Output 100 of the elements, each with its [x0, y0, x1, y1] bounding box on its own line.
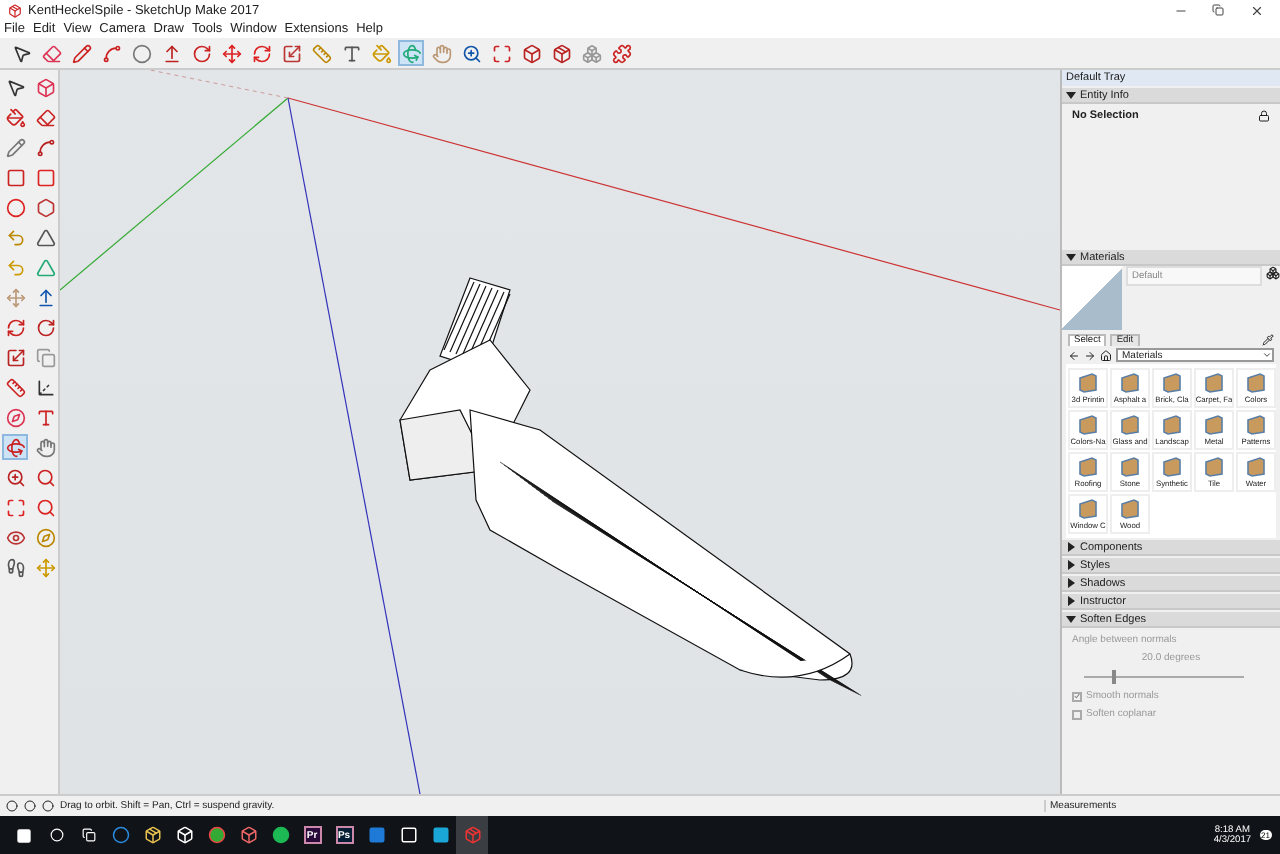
tool-button[interactable]	[608, 40, 634, 66]
zoom-extents-icon	[5, 497, 25, 517]
move-icon	[5, 287, 25, 307]
hand-icon	[35, 437, 55, 457]
material-thumbnail-icon	[1202, 412, 1226, 436]
material-thumbnail-icon	[1244, 370, 1268, 394]
eraser-icon	[35, 107, 55, 127]
footprints-icon	[5, 557, 25, 577]
task-view-icon[interactable]	[81, 828, 95, 842]
material-thumbnail-icon	[1076, 370, 1100, 394]
push-pull-icon	[161, 43, 181, 63]
material-thumbnail-icon	[1160, 454, 1184, 478]
search-icon	[35, 497, 55, 517]
dropdown-caret-icon	[1262, 350, 1272, 360]
app-logo-icon	[8, 3, 22, 17]
push-pull-icon	[35, 287, 55, 307]
tool-button[interactable]	[2, 314, 28, 340]
tool-button[interactable]	[188, 40, 214, 66]
material-thumbnail-icon	[1160, 370, 1184, 394]
boxes-icon[interactable]	[1266, 266, 1280, 280]
caret-icon[interactable]	[1066, 252, 1076, 262]
caret-icon[interactable]	[1066, 614, 1076, 624]
pencil-icon	[5, 137, 25, 157]
orbit-icon	[401, 43, 421, 63]
material-thumbnail-icon	[1202, 370, 1226, 394]
material-thumbnail-icon	[1244, 454, 1268, 478]
circle-icon	[131, 43, 151, 63]
forward-icon[interactable]	[1084, 349, 1096, 361]
material-thumbnail-icon	[1118, 370, 1142, 394]
material-swatch	[1062, 266, 1122, 330]
axes-icon	[35, 377, 55, 397]
tool-button[interactable]	[98, 40, 124, 66]
zoom-icon	[35, 467, 55, 487]
tool-button[interactable]	[32, 134, 58, 160]
tool-button[interactable]	[32, 104, 58, 130]
caret-icon[interactable]	[1066, 90, 1076, 100]
tape-measure-icon	[5, 377, 25, 397]
tool-button[interactable]	[32, 464, 58, 490]
tool-button[interactable]	[488, 40, 514, 66]
back-icon[interactable]	[1068, 349, 1080, 361]
tool-button[interactable]	[2, 104, 28, 130]
tool-button[interactable]	[32, 314, 58, 340]
material-thumbnail-icon	[1076, 496, 1100, 520]
caret-icon[interactable]	[1066, 596, 1076, 606]
slider-thumb[interactable]	[1112, 670, 1117, 684]
refresh-icon	[251, 43, 271, 63]
tool-button[interactable]	[32, 224, 58, 250]
checkbox[interactable]	[1072, 709, 1082, 719]
checkmark-icon	[1074, 692, 1080, 700]
tool-button[interactable]	[2, 164, 28, 190]
material-thumbnail-icon	[1076, 412, 1100, 436]
caret-icon[interactable]	[1066, 542, 1076, 552]
protractor-icon	[5, 407, 25, 427]
tool-button[interactable]	[2, 374, 28, 400]
circle-icon	[5, 197, 25, 217]
material-thumbnail-icon	[1118, 496, 1142, 520]
caret-icon[interactable]	[1066, 560, 1076, 570]
browser-icon[interactable]	[111, 826, 129, 844]
move-icon	[221, 43, 241, 63]
material-thumbnail-icon	[1160, 412, 1184, 436]
tool-button[interactable]	[32, 194, 58, 220]
close-icon[interactable]	[1249, 3, 1263, 17]
tool-button[interactable]	[68, 40, 94, 66]
restore-icon[interactable]	[1212, 4, 1224, 16]
material-thumbnail-icon	[1118, 412, 1142, 436]
scale-icon	[281, 43, 301, 63]
hand-icon	[431, 43, 451, 63]
eye-icon	[5, 527, 25, 547]
tool-button[interactable]	[458, 40, 484, 66]
tool-button[interactable]	[2, 554, 28, 580]
text-icon	[35, 407, 55, 427]
box-icon	[521, 43, 541, 63]
caret-icon[interactable]	[1066, 578, 1076, 588]
rotate-icon	[191, 43, 211, 63]
tool-button[interactable]	[2, 464, 28, 490]
eyedropper-icon[interactable]	[1262, 334, 1274, 346]
lock-icon[interactable]	[1258, 110, 1270, 122]
search-icon[interactable]	[49, 828, 63, 842]
material-thumbnail-icon	[1118, 454, 1142, 478]
windows-start-icon[interactable]	[16, 827, 32, 843]
cube-icon	[463, 826, 481, 844]
orbit-icon	[5, 437, 25, 457]
paint-bucket-icon	[371, 43, 391, 63]
zoom-extents-icon	[491, 43, 511, 63]
compass-icon	[35, 527, 55, 547]
tool-button[interactable]	[518, 40, 544, 66]
material-thumbnail-icon	[1076, 454, 1100, 478]
tool-button[interactable]	[548, 40, 574, 66]
tool-button[interactable]	[2, 344, 28, 370]
checkbox[interactable]	[1072, 691, 1082, 701]
home-icon[interactable]	[1100, 349, 1112, 361]
zoom-icon	[5, 467, 25, 487]
polygon-icon	[35, 197, 55, 217]
refresh-icon	[5, 317, 25, 337]
scale-icon	[5, 347, 25, 367]
browser-icon[interactable]	[207, 826, 225, 844]
box-icon	[35, 77, 55, 97]
tool-button[interactable]	[278, 40, 304, 66]
material-thumbnail-icon	[1244, 412, 1268, 436]
package-icon	[551, 43, 571, 63]
